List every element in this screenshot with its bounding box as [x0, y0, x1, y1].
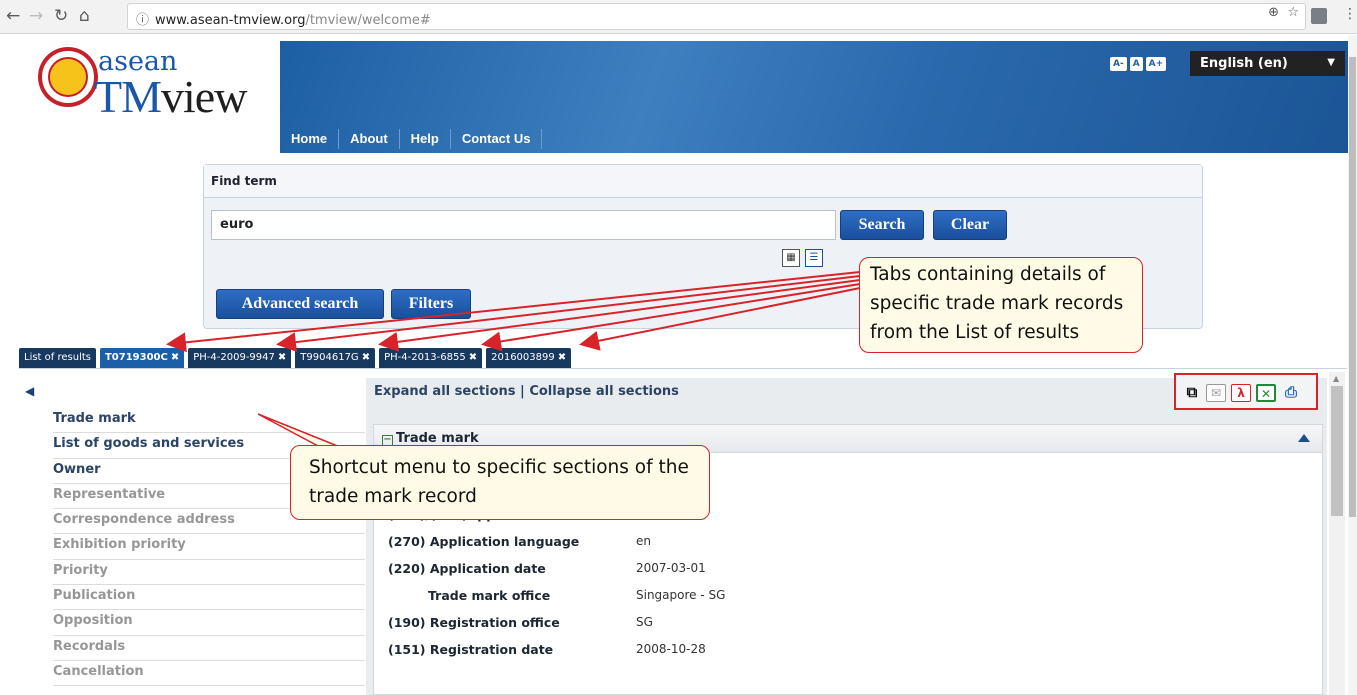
- field-row: (270) Application language en: [388, 534, 651, 549]
- open-new-window-icon[interactable]: ⧉: [1182, 384, 1202, 402]
- scroll-thumb[interactable]: [1331, 386, 1343, 516]
- language-value: English (en): [1200, 56, 1288, 71]
- extension-icon[interactable]: [1311, 8, 1327, 24]
- result-tabs: List of results T0719300C ✖ PH-4-2009-994…: [19, 348, 572, 368]
- bookmark-star-icon[interactable]: ☆: [1287, 5, 1299, 20]
- grid-view-icon[interactable]: ▦: [782, 249, 800, 267]
- tab-record[interactable]: T0719300C ✖: [99, 348, 185, 368]
- nav-contact-us[interactable]: Contact Us: [451, 129, 543, 149]
- zoom-icon[interactable]: ⊕: [1268, 5, 1279, 20]
- menu-item-trade-mark[interactable]: Trade mark: [53, 408, 365, 434]
- site-info-icon[interactable]: ⓘ: [136, 13, 149, 28]
- filters-button[interactable]: Filters: [391, 289, 471, 319]
- search-button[interactable]: Search: [840, 210, 924, 240]
- section-title: Trade mark: [396, 431, 479, 446]
- content-scrollbar[interactable]: ▲: [1329, 372, 1345, 695]
- scroll-up-icon[interactable]: ▲: [1333, 374, 1339, 383]
- nav-help[interactable]: Help: [400, 129, 451, 149]
- font-increase-button[interactable]: A+: [1145, 57, 1167, 71]
- excel-icon[interactable]: ✕: [1256, 384, 1276, 402]
- font-size-controls: A- A A+: [1110, 57, 1167, 71]
- field-row: Trade mark office Singapore - SG: [428, 588, 726, 603]
- close-tab-icon[interactable]: ✖: [558, 352, 566, 363]
- menu-item-opposition: Opposition: [53, 610, 365, 636]
- clear-button[interactable]: Clear: [933, 210, 1007, 240]
- logo-tmview-text: TMview: [94, 71, 247, 122]
- expand-collapse-links: Expand all sections | Collapse all secti…: [374, 384, 679, 399]
- tab-record[interactable]: 2016003899 ✖: [486, 348, 572, 368]
- tab-record[interactable]: T9904617G ✖: [295, 348, 376, 368]
- forward-icon[interactable]: →: [29, 7, 43, 25]
- close-tab-icon[interactable]: ✖: [469, 352, 477, 363]
- page-scroll-thumb[interactable]: [1349, 57, 1356, 517]
- nav-home[interactable]: Home: [280, 129, 340, 149]
- url-path: /tmview/welcome#: [305, 13, 431, 28]
- collapse-menu-icon[interactable]: ◀: [25, 384, 34, 398]
- trade-mark-fields: (210)/(260)Application numberT0719300C (…: [388, 507, 725, 669]
- scroll-to-top-icon[interactable]: [1298, 434, 1310, 442]
- dropdown-arrow-icon: ▼: [1327, 57, 1335, 68]
- close-tab-icon[interactable]: ✖: [171, 352, 179, 363]
- address-bar[interactable]: ⓘ www.asean-tmview.org/tmview/welcome#: [127, 3, 1306, 30]
- menu-item-publication: Publication: [53, 585, 365, 611]
- field-row: (220) Application date 2007-03-01: [388, 561, 706, 576]
- list-view-icon[interactable]: ☰: [805, 249, 823, 267]
- url-host: www.asean-tmview.org: [155, 13, 306, 28]
- reload-icon[interactable]: ↻: [54, 7, 68, 25]
- close-tab-icon[interactable]: ✖: [362, 352, 370, 363]
- back-icon[interactable]: ←: [6, 7, 20, 25]
- nav-about[interactable]: About: [339, 129, 400, 149]
- find-term-title: Find term: [204, 165, 1202, 198]
- record-actions: ⧉ ✉ λ ✕ ⎙: [1174, 373, 1318, 410]
- search-input[interactable]: euro: [211, 210, 836, 240]
- font-decrease-button[interactable]: A-: [1110, 57, 1127, 71]
- advanced-search-button[interactable]: Advanced search: [216, 289, 384, 319]
- email-icon[interactable]: ✉: [1206, 384, 1226, 402]
- asean-emblem-logo: [38, 47, 98, 107]
- close-tab-icon[interactable]: ✖: [278, 352, 286, 363]
- page-scrollbar[interactable]: [1348, 35, 1357, 695]
- main-nav: Home About Help Contact Us: [280, 129, 543, 149]
- view-toggle: ▦ ☰: [782, 249, 823, 267]
- language-select[interactable]: English (en) ▼: [1190, 51, 1345, 76]
- menu-item-cancellation: Cancellation: [53, 661, 365, 687]
- font-reset-button[interactable]: A: [1129, 57, 1143, 71]
- print-icon[interactable]: ⎙: [1281, 384, 1301, 402]
- collapse-all-link[interactable]: Collapse all sections: [529, 384, 679, 399]
- menu-item-priority: Priority: [53, 560, 365, 586]
- tab-record[interactable]: PH-4-2009-9947 ✖: [188, 348, 292, 368]
- tab-record[interactable]: PH-4-2013-6855 ✖: [379, 348, 483, 368]
- field-row: (190) Registration office SG: [388, 615, 653, 630]
- tabs-annotation-callout: Tabs containing details of specific trad…: [859, 257, 1143, 353]
- field-row: (151) Registration date 2008-10-28: [388, 642, 706, 657]
- menu-item-exhibition-priority: Exhibition priority: [53, 534, 365, 560]
- browser-menu-icon[interactable]: ⋮: [1343, 6, 1357, 22]
- menu-item-recordals: Recordals: [53, 636, 365, 661]
- menu-annotation-callout: Shortcut menu to specific sections of th…: [290, 445, 710, 520]
- tab-list-of-results[interactable]: List of results: [19, 348, 96, 368]
- expand-all-link[interactable]: Expand all sections: [374, 384, 516, 399]
- pdf-icon[interactable]: λ: [1231, 384, 1251, 402]
- browser-toolbar: ← → ↻ ⌂ ⓘ www.asean-tmview.org/tmview/wel…: [0, 0, 1357, 34]
- home-icon[interactable]: ⌂: [79, 7, 90, 25]
